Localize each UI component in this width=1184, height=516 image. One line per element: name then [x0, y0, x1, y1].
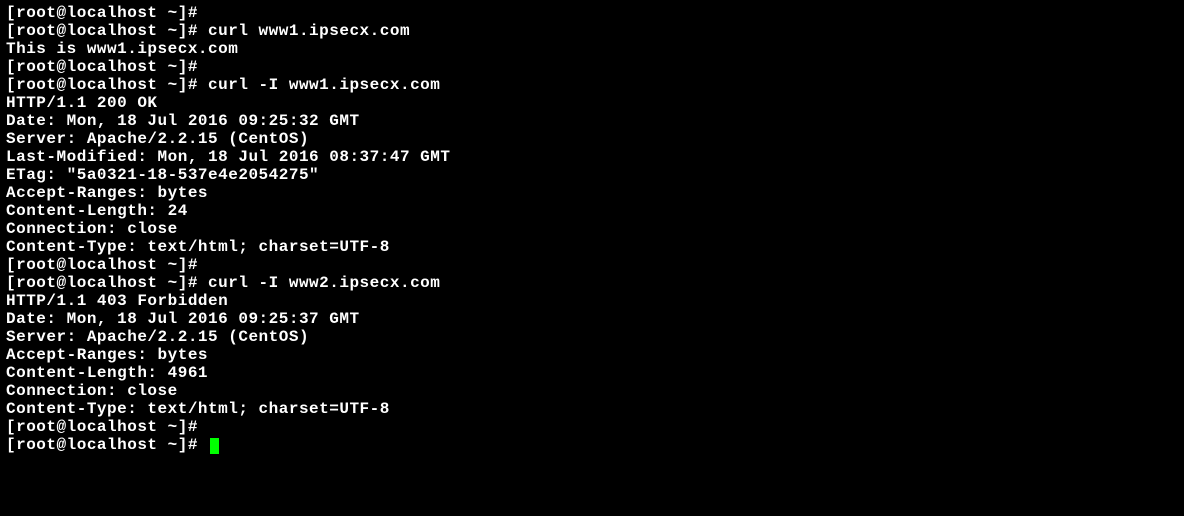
- terminal-line: [root@localhost ~]#: [6, 256, 1178, 274]
- terminal-line: Accept-Ranges: bytes: [6, 346, 1178, 364]
- terminal-line: HTTP/1.1 403 Forbidden: [6, 292, 1178, 310]
- terminal-line: Accept-Ranges: bytes: [6, 184, 1178, 202]
- terminal-line: Server: Apache/2.2.15 (CentOS): [6, 130, 1178, 148]
- terminal-line: Date: Mon, 18 Jul 2016 09:25:37 GMT: [6, 310, 1178, 328]
- terminal-line: [root@localhost ~]# curl www1.ipsecx.com: [6, 22, 1178, 40]
- terminal-line: Connection: close: [6, 220, 1178, 238]
- terminal-line: Last-Modified: Mon, 18 Jul 2016 08:37:47…: [6, 148, 1178, 166]
- terminal-line: HTTP/1.1 200 OK: [6, 94, 1178, 112]
- terminal-line: Content-Length: 24: [6, 202, 1178, 220]
- terminal-line: Connection: close: [6, 382, 1178, 400]
- terminal-line: Date: Mon, 18 Jul 2016 09:25:32 GMT: [6, 112, 1178, 130]
- cursor-icon: [210, 438, 219, 454]
- terminal[interactable]: [root@localhost ~]#[root@localhost ~]# c…: [0, 0, 1184, 458]
- terminal-line: [root@localhost ~]#: [6, 58, 1178, 76]
- terminal-line: ETag: "5a0321-18-537e4e2054275": [6, 166, 1178, 184]
- terminal-line: Content-Type: text/html; charset=UTF-8: [6, 400, 1178, 418]
- terminal-line: [root@localhost ~]#: [6, 436, 1178, 454]
- terminal-line: [root@localhost ~]# curl -I www2.ipsecx.…: [6, 274, 1178, 292]
- terminal-line: Content-Type: text/html; charset=UTF-8: [6, 238, 1178, 256]
- terminal-line: This is www1.ipsecx.com: [6, 40, 1178, 58]
- terminal-line: [root@localhost ~]#: [6, 4, 1178, 22]
- terminal-line: Server: Apache/2.2.15 (CentOS): [6, 328, 1178, 346]
- terminal-line: [root@localhost ~]# curl -I www1.ipsecx.…: [6, 76, 1178, 94]
- terminal-line: [root@localhost ~]#: [6, 418, 1178, 436]
- terminal-line: Content-Length: 4961: [6, 364, 1178, 382]
